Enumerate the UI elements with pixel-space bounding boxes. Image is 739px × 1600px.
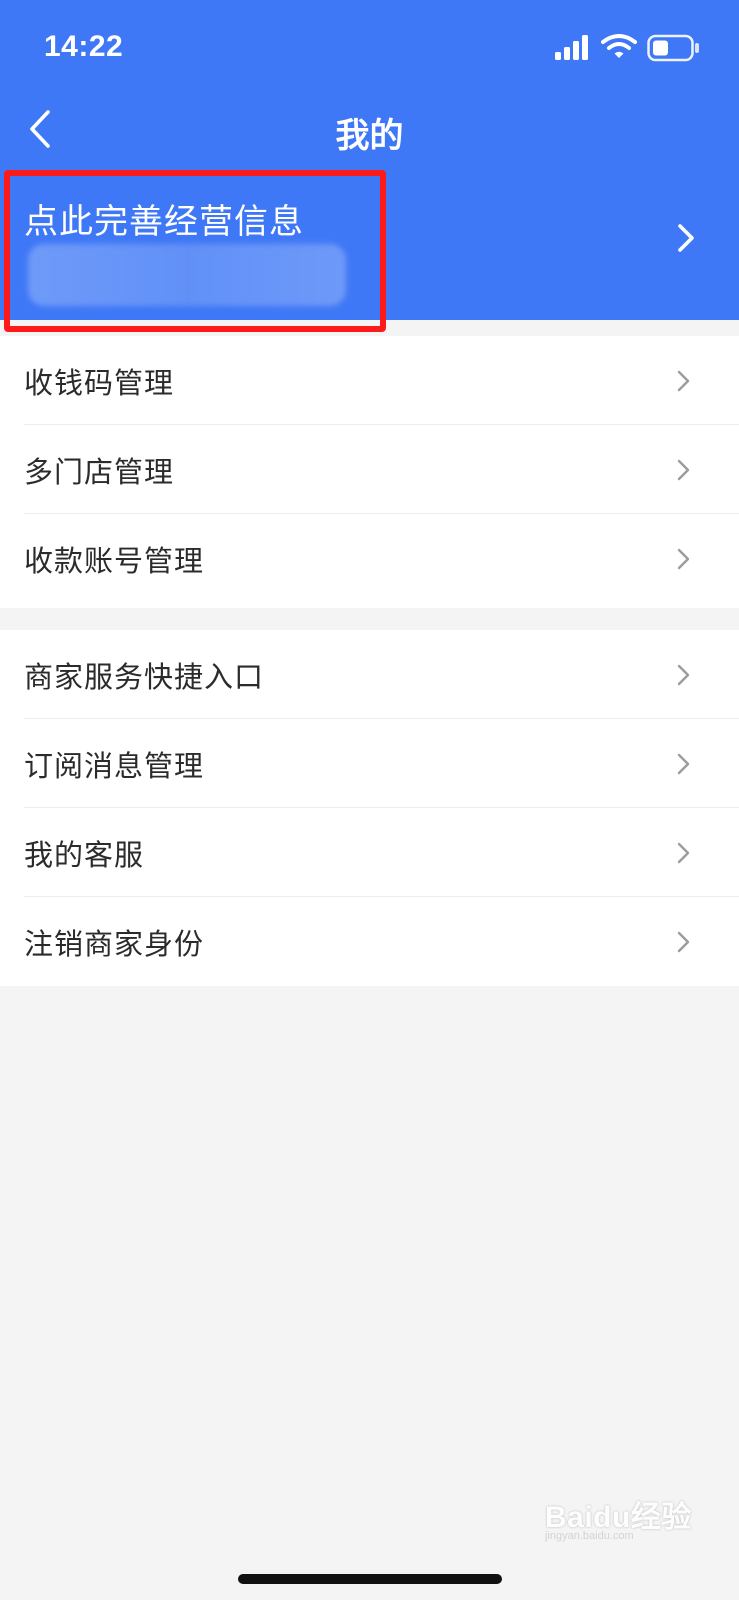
menu-item-label: 收钱码管理 [24,366,175,400]
status-bar: 14:22 [0,0,739,90]
menu-item-label: 注销商家身份 [24,927,205,961]
signal-icon [555,35,588,60]
menu-item-multi-store[interactable]: 多门店管理 [0,425,739,514]
home-indicator [238,1574,502,1584]
menu-item-payee-account[interactable]: 收款账号管理 [0,514,739,603]
highlight-box [4,170,386,332]
status-time: 14:22 [44,30,124,63]
chevron-right-icon [677,370,690,392]
menu-item-label: 商家服务快捷入口 [24,660,265,694]
chevron-right-icon [677,459,690,481]
battery-icon [647,34,699,62]
menu-item-label: 订阅消息管理 [24,749,205,783]
status-icons [555,34,705,64]
menu-group-1: 收钱码管理 多门店管理 收款账号管理 [0,336,739,608]
page: 14:22 我的 点此完善经营信息 收钱码管理 多门店管理 收款账号管理 商家服… [0,0,739,1600]
chevron-right-icon [677,842,690,864]
menu-item-label: 收款账号管理 [24,544,205,578]
nav-bar: 我的 [0,90,739,170]
menu-item-customer-service[interactable]: 我的客服 [0,808,739,897]
chevron-right-icon [677,664,690,686]
menu-item-label: 多门店管理 [24,455,175,489]
menu-item-payment-code[interactable]: 收钱码管理 [0,336,739,425]
menu-item-subscription[interactable]: 订阅消息管理 [0,719,739,808]
menu-item-label: 我的客服 [24,838,145,872]
page-title: 我的 [335,116,404,156]
chevron-right-icon [678,224,694,252]
menu-group-2: 商家服务快捷入口 订阅消息管理 我的客服 注销商家身份 [0,630,739,986]
chevron-right-icon [677,753,690,775]
wifi-icon [601,34,637,58]
watermark: Baidu经验 jingyan.baidu.com [545,1492,705,1542]
menu-item-merchant-shortcut[interactable]: 商家服务快捷入口 [0,630,739,719]
menu-item-deregister[interactable]: 注销商家身份 [0,897,739,986]
chevron-right-icon [677,548,690,570]
chevron-right-icon [677,931,690,953]
watermark-url: jingyan.baidu.com [545,1530,634,1542]
